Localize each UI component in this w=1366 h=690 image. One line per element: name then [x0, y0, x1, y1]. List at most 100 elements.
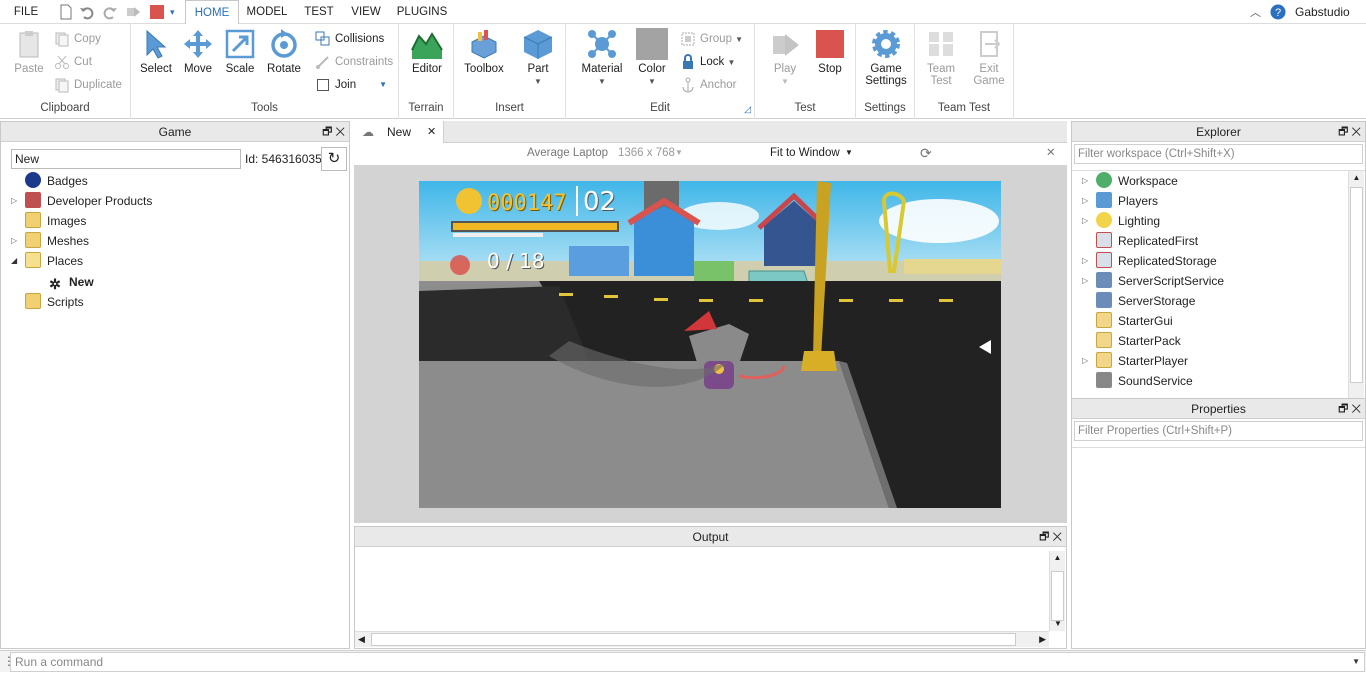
expand-arrow-icon[interactable]: ▷ — [11, 191, 17, 211]
game-search-input[interactable]: New — [11, 149, 241, 169]
copy-button[interactable]: Copy — [54, 30, 101, 48]
stop-button[interactable]: Stop — [811, 28, 849, 75]
scroll-left-icon[interactable]: ◀ — [358, 632, 365, 647]
terrain-editor-button[interactable]: Editor — [407, 28, 447, 75]
redo-icon[interactable] — [102, 4, 118, 20]
color-button[interactable]: Color ▼ — [632, 28, 672, 87]
hscroll-thumb[interactable] — [371, 633, 1016, 646]
move-button[interactable]: Move — [181, 28, 215, 75]
explorer-filter-input[interactable]: Filter workspace (Ctrl+Shift+X) — [1074, 144, 1363, 164]
toolbox-button[interactable]: Toolbox — [462, 28, 506, 75]
explorer-item-startergui[interactable]: StarterGui — [1096, 311, 1173, 331]
anchor-toggle[interactable]: Anchor — [680, 76, 736, 94]
play-here-icon[interactable] — [125, 4, 141, 20]
expand-arrow-icon[interactable]: ▷ — [1082, 351, 1088, 371]
dock-icon[interactable]: 🗗 — [1039, 531, 1049, 543]
rotate-device-icon[interactable]: ⟳ — [920, 143, 932, 163]
close-icon[interactable]: ✕ — [1351, 403, 1361, 415]
explorer-item-starterpack[interactable]: StarterPack — [1096, 331, 1181, 351]
scroll-right-icon[interactable]: ▶ — [1039, 632, 1046, 647]
constraints-toggle[interactable]: Constraints — [315, 53, 393, 71]
scroll-thumb[interactable] — [1051, 571, 1064, 621]
explorer-item-replicatedstorage[interactable]: ▷ ReplicatedStorage — [1082, 251, 1217, 271]
stop-icon[interactable] — [150, 5, 164, 19]
close-icon[interactable]: ✕ — [1351, 126, 1361, 138]
menu-home[interactable]: HOME — [185, 0, 239, 25]
menu-view[interactable]: VIEW — [346, 0, 386, 24]
expand-arrow-icon[interactable]: ▷ — [1082, 191, 1088, 211]
part-button[interactable]: Part ▼ — [518, 28, 558, 87]
scroll-down-icon[interactable]: ▼ — [1050, 617, 1066, 631]
menu-file[interactable]: FILE — [6, 0, 46, 24]
viewport[interactable]: 000147 02 0 / 18 — [354, 165, 1067, 523]
customize-quick-access-icon[interactable]: ▾ — [170, 4, 186, 20]
menu-test[interactable]: TEST — [298, 0, 340, 24]
dock-icon[interactable]: 🗗 — [1338, 403, 1348, 415]
collapse-ribbon-icon[interactable]: ︿ — [1250, 4, 1261, 20]
group-dropdown[interactable]: Group ▼ — [680, 30, 743, 48]
help-icon[interactable]: ? — [1270, 4, 1286, 20]
scale-button[interactable]: Scale — [223, 28, 257, 75]
command-input[interactable]: Run a command — [10, 652, 1365, 672]
explorer-item-players[interactable]: ▷ Players — [1082, 191, 1158, 211]
lock-dropdown[interactable]: Lock ▼ — [680, 53, 735, 71]
close-icon[interactable]: ✕ — [335, 126, 345, 138]
explorer-item-serverstorage[interactable]: ServerStorage — [1096, 291, 1195, 311]
explorer-item-workspace[interactable]: ▷ Workspace — [1082, 171, 1178, 191]
command-history-caret-icon[interactable]: ▼ — [1352, 657, 1360, 666]
menu-model[interactable]: MODEL — [242, 0, 292, 24]
tree-item-developer-products[interactable]: ▷ Developer Products — [11, 191, 152, 211]
explorer-item-soundservice[interactable]: SoundService — [1096, 371, 1193, 391]
tree-item-badges[interactable]: Badges — [25, 171, 88, 191]
explorer-scrollbar[interactable]: ▲ — [1348, 171, 1364, 400]
join-dropdown[interactable]: Join ▼ — [315, 76, 387, 94]
expand-arrow-icon[interactable]: ▷ — [1082, 251, 1088, 271]
explorer-item-starterplayer[interactable]: ▷ StarterPlayer — [1082, 351, 1188, 371]
refresh-button[interactable]: ↻ — [321, 147, 347, 171]
game-settings-button[interactable]: Game Settings — [862, 28, 910, 87]
close-icon[interactable]: ✕ — [1052, 531, 1062, 543]
team-test-button[interactable]: Team Test — [921, 28, 961, 87]
user-name[interactable]: Gabstudio — [1295, 0, 1350, 24]
output-vertical-scrollbar[interactable]: ▲ ▼ — [1049, 551, 1065, 631]
tree-item-meshes[interactable]: ▷ Meshes — [11, 231, 89, 251]
tree-item-places[interactable]: ◢ Places — [11, 251, 83, 271]
tree-item-images[interactable]: Images — [25, 211, 86, 231]
select-button[interactable]: Select — [139, 28, 173, 75]
expand-arrow-icon[interactable]: ▷ — [11, 231, 17, 251]
resolution-select[interactable]: 1366 x 768 — [618, 143, 675, 163]
tab-new[interactable]: ☁ New ✕ — [354, 121, 444, 143]
output-horizontal-scrollbar[interactable]: ◀ ▶ — [355, 631, 1049, 647]
expand-arrow-icon[interactable]: ▷ — [1082, 171, 1088, 191]
explorer-item-replicatedfirst[interactable]: ReplicatedFirst — [1096, 231, 1198, 251]
collisions-toggle[interactable]: Collisions — [315, 30, 384, 48]
join-checkbox[interactable] — [317, 79, 329, 91]
expand-arrow-icon[interactable]: ▷ — [1082, 211, 1088, 231]
collapse-arrow-icon[interactable]: ◢ — [11, 251, 17, 271]
properties-filter-input[interactable]: Filter Properties (Ctrl+Shift+P) — [1074, 421, 1363, 441]
close-emulator-icon[interactable]: ✕ — [1046, 143, 1056, 163]
game-view[interactable]: 000147 02 0 / 18 — [419, 181, 1001, 508]
scroll-thumb[interactable] — [1350, 187, 1363, 383]
undo-icon[interactable] — [79, 4, 95, 20]
tree-item-scripts[interactable]: Scripts — [25, 292, 84, 312]
dock-icon[interactable]: 🗗 — [1338, 126, 1348, 138]
duplicate-button[interactable]: Duplicate — [54, 76, 122, 94]
scroll-up-icon[interactable]: ▲ — [1050, 551, 1065, 565]
fit-select[interactable]: Fit to Window — [770, 143, 840, 163]
new-file-icon[interactable] — [58, 4, 74, 20]
tree-item-new-place[interactable]: ✲ New — [47, 272, 94, 292]
menu-plugins[interactable]: PLUGINS — [392, 0, 452, 24]
paste-button[interactable]: Paste — [10, 28, 48, 75]
dock-icon[interactable]: 🗗 — [322, 126, 332, 138]
cut-button[interactable]: Cut — [54, 53, 92, 71]
expand-arrow-icon[interactable]: ▷ — [1082, 271, 1088, 291]
device-select[interactable]: Average Laptop — [527, 143, 608, 163]
explorer-item-lighting[interactable]: ▷ Lighting — [1082, 211, 1160, 231]
rotate-button[interactable]: Rotate — [264, 28, 304, 75]
material-button[interactable]: Material ▼ — [578, 28, 626, 87]
exit-game-button[interactable]: Exit Game — [969, 28, 1009, 87]
tab-close-icon[interactable]: ✕ — [427, 121, 436, 143]
scroll-up-icon[interactable]: ▲ — [1349, 171, 1364, 185]
explorer-item-serverscriptservice[interactable]: ▷ ServerScriptService — [1082, 271, 1224, 291]
